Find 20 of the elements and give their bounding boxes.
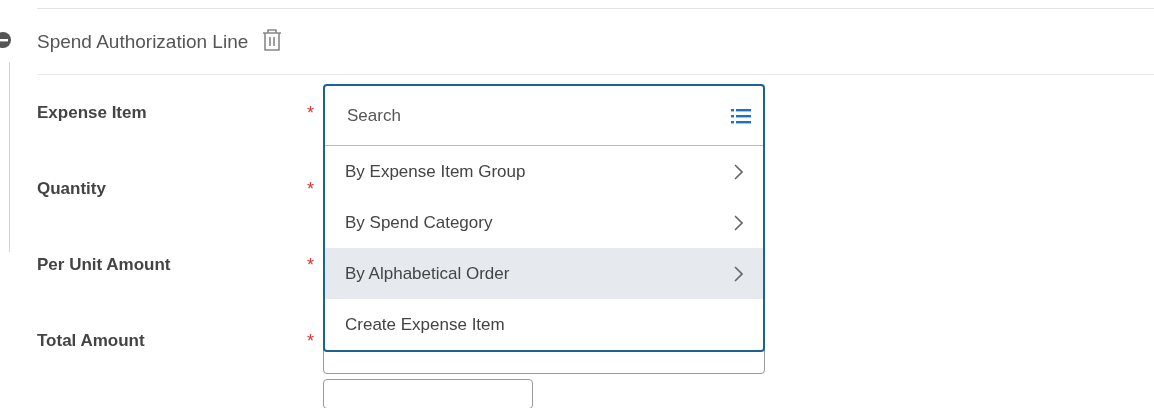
field-label: Quantity — [37, 179, 107, 199]
menu-item[interactable]: By Spend Category — [325, 197, 763, 248]
menu-item[interactable]: By Expense Item Group — [325, 146, 763, 197]
required-mark: * — [307, 330, 315, 352]
menu-item[interactable]: Create Expense Item — [325, 299, 763, 350]
field-label: Total Amount — [37, 331, 146, 351]
menu-item[interactable]: By Alphabetical Order — [325, 248, 763, 299]
required-mark: * — [307, 178, 315, 200]
collapse-icon[interactable] — [0, 31, 12, 49]
required-mark: * — [307, 254, 315, 276]
section-title: Spend Authorization Line — [37, 30, 249, 53]
list-icon[interactable] — [731, 107, 751, 124]
chevron-right-icon — [734, 214, 743, 231]
chevron-right-icon — [734, 163, 743, 180]
field-label: Per Unit Amount — [37, 255, 172, 275]
input-field[interactable] — [323, 379, 533, 408]
chevron-right-icon — [734, 265, 743, 282]
trash-icon[interactable] — [262, 27, 283, 52]
field-label: Expense Item — [37, 103, 148, 123]
required-mark: * — [307, 102, 315, 124]
